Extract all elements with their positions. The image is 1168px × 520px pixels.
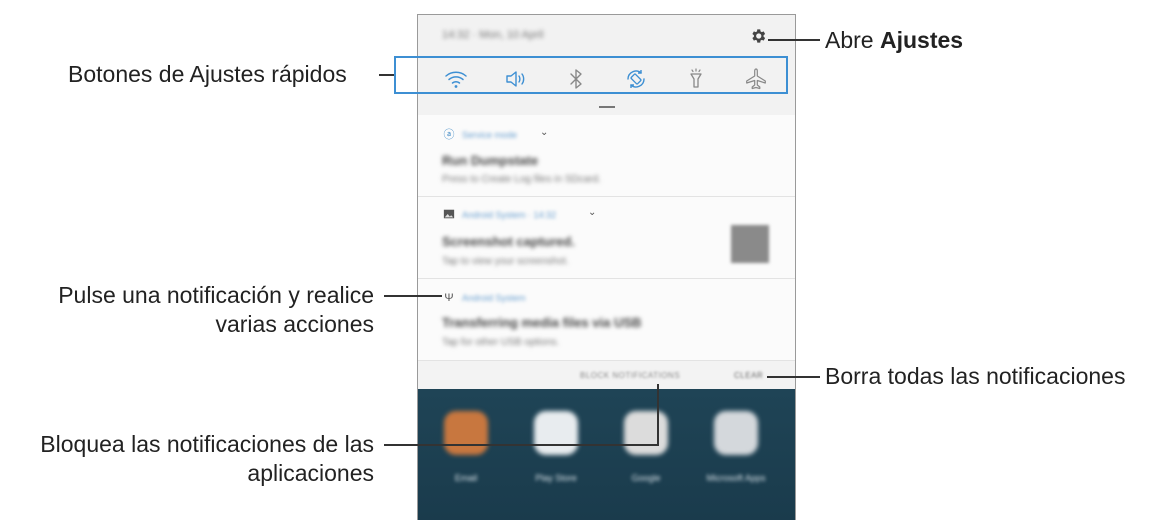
notification-card[interactable]: ⓐ Service mode ⌄ Run Dumpstate Press to …	[418, 115, 795, 197]
block-callout-line2: aplicaciones	[247, 460, 374, 486]
settings-callout: Abre Ajustes	[825, 26, 963, 55]
notification-card[interactable]: Ψ Android System Transferring media file…	[418, 279, 795, 361]
notification-app-name: Service mode	[462, 130, 518, 140]
screenshot-thumbnail[interactable]	[731, 225, 769, 263]
status-bar: 14:32 · Mon, 10 April	[418, 15, 795, 57]
chevron-down-icon[interactable]: ⌄	[540, 127, 548, 138]
usb-icon: Ψ	[444, 292, 454, 304]
status-date-time: 14:32 · Mon, 10 April	[442, 29, 544, 41]
notification-callout-line2: varias acciones	[215, 311, 374, 337]
airplane-mode-icon[interactable]	[744, 67, 768, 91]
chevron-down-icon[interactable]: ⌄	[588, 207, 596, 218]
panel-drag-area[interactable]	[418, 101, 795, 116]
home-app-label: Google	[631, 473, 661, 483]
microsoft-apps-folder-icon[interactable]	[714, 411, 758, 455]
email-app-icon[interactable]	[444, 411, 488, 455]
clear-button[interactable]: CLEAR	[734, 371, 763, 380]
home-app-label: Microsoft Apps	[706, 473, 766, 483]
notification-title: Screenshot captured.	[442, 234, 575, 249]
notification-actions-bar: BLOCK NOTIFICATIONS CLEAR	[418, 361, 795, 389]
auto-rotate-icon[interactable]	[624, 67, 648, 91]
bluetooth-icon[interactable]	[564, 67, 588, 91]
notification-app-name: Android System · 14:32	[462, 210, 557, 220]
home-app-label: Email	[454, 473, 478, 483]
notification-callout: Pulse una notificación y realice varias …	[58, 281, 374, 339]
block-notifications-button[interactable]: BLOCK NOTIFICATIONS	[580, 371, 680, 380]
google-folder-icon[interactable]	[624, 411, 668, 455]
notification-body: Tap for other USB options.	[442, 337, 560, 348]
notification-title: Transferring media files via USB	[442, 315, 642, 330]
play-store-app-icon[interactable]	[534, 411, 578, 455]
block-callout-line-vertical	[657, 384, 659, 446]
drag-handle[interactable]	[599, 106, 615, 108]
image-icon	[442, 208, 456, 222]
home-screen: Email Play Store Google Microsoft Apps	[418, 389, 795, 520]
sound-icon[interactable]	[504, 67, 528, 91]
settings-gear-icon[interactable]	[749, 27, 767, 45]
notification-callout-line1: Pulse una notificación y realice	[58, 282, 374, 308]
block-callout-line-horizontal	[384, 444, 659, 446]
notification-app-name: Android System	[462, 293, 526, 303]
quick-settings-callout: Botones de Ajustes rápidos	[68, 61, 347, 87]
settings-callout-prefix: Abre	[825, 27, 880, 53]
notification-title: Run Dumpstate	[442, 153, 539, 168]
clear-callout-line	[767, 376, 820, 378]
settings-callout-bold: Ajustes	[879, 27, 964, 53]
flashlight-icon[interactable]	[684, 67, 708, 91]
wifi-icon[interactable]	[444, 67, 468, 91]
block-callout: Bloquea las notificaciones de las aplica…	[40, 430, 374, 488]
settings-callout-line	[768, 39, 820, 41]
block-callout-line1: Bloquea las notificaciones de las	[40, 431, 374, 457]
home-app-label: Play Store	[535, 473, 577, 483]
notification-callout-line	[384, 295, 442, 297]
clear-callout: Borra todas las notificaciones	[825, 363, 1126, 389]
quick-settings-callout-line	[379, 74, 394, 76]
service-mode-icon: ⓐ	[443, 129, 455, 141]
notification-body: Tap to view your screenshot.	[442, 256, 569, 267]
quick-settings-row	[418, 57, 795, 101]
notification-body: Press to Create Log files in SDcard.	[442, 174, 601, 185]
notification-card[interactable]: Android System · 14:32 ⌄ Screenshot capt…	[418, 197, 795, 279]
